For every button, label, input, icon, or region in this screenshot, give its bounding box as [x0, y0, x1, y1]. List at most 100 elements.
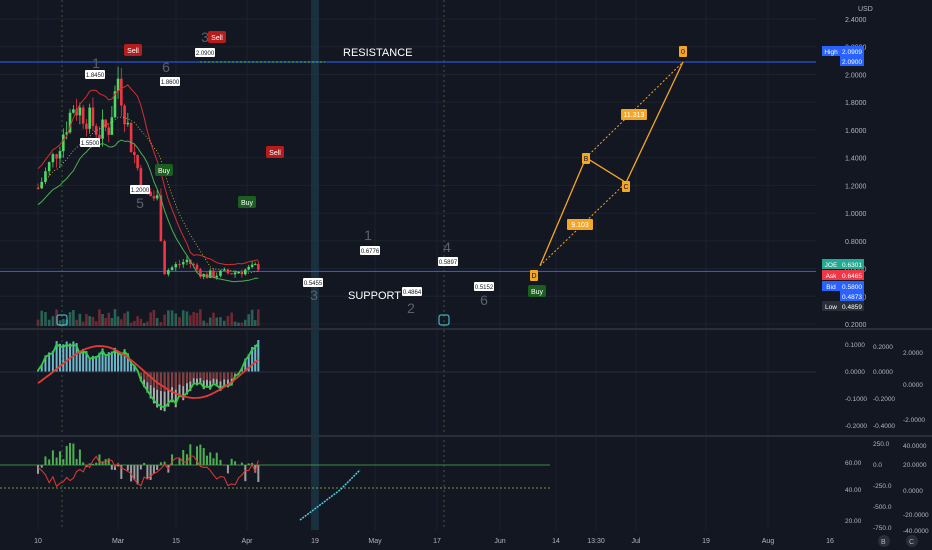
volume-osc-bar — [219, 459, 222, 465]
time-axis-bg — [0, 530, 932, 550]
osc1-axis-label: -0.1000 — [845, 396, 867, 403]
volume-osc-bar — [189, 444, 192, 465]
volume-osc-bar — [98, 454, 101, 465]
candle-body — [181, 262, 185, 265]
candle-body — [247, 266, 251, 270]
volume-bar — [202, 320, 206, 326]
volume-bar — [247, 314, 251, 326]
volume-bar — [139, 318, 143, 326]
elliott-wave-label: 3 — [201, 29, 209, 45]
volume-bar — [189, 315, 192, 326]
volume-osc-bar — [48, 459, 51, 465]
macd-histogram-bar — [185, 372, 188, 384]
candle-body — [129, 122, 133, 153]
osc1-axis-label: -0.4000 — [873, 423, 895, 430]
volume-osc-bar — [139, 465, 142, 470]
volume-bar — [136, 316, 139, 326]
candle-body — [185, 259, 189, 263]
osc1-axis-label: 0.0000 — [873, 369, 893, 376]
candle-body — [85, 123, 88, 129]
volume-osc-bar — [126, 465, 129, 471]
volume-osc-bar — [209, 452, 212, 465]
candle-body — [51, 154, 55, 163]
price-tag-label: JOE — [825, 262, 838, 269]
macd-histogram-bar — [230, 372, 233, 379]
time-axis-label: Apr — [242, 538, 254, 545]
volume-bar — [123, 313, 126, 326]
projection-point-label: C — [623, 184, 628, 191]
osc2-axis-label: 250.0 — [873, 441, 890, 448]
time-axis-label: 17 — [433, 538, 441, 545]
volume-bar — [152, 309, 156, 326]
osc2-axis-label: 20.00 — [845, 518, 862, 525]
volume-bar — [226, 315, 230, 326]
candle-body — [104, 119, 107, 128]
time-axis-label: Aug — [762, 538, 775, 545]
volume-bar — [159, 322, 163, 326]
projection-leg — [625, 61, 684, 183]
projection-point-label: D — [531, 273, 536, 280]
volume-bar — [178, 317, 181, 326]
price-tag-value: 0.4873 — [842, 294, 862, 301]
volume-bar — [126, 311, 130, 326]
osc1-axis-label: 0.2000 — [873, 344, 893, 351]
price-tag-value: 0.5800 — [842, 284, 862, 291]
volume-osc-bar — [65, 445, 68, 465]
price-tag-label: High — [824, 49, 838, 56]
macd-histogram-bar — [174, 372, 177, 390]
price-tag-value: 0.6301 — [842, 262, 862, 269]
volume-bar — [146, 321, 149, 326]
macd-histogram-bar — [223, 372, 226, 380]
chart-canvas: 0 B C D 11.313 9.103 Sell Sell Sell Buy Buy Buy 1.8… — [0, 0, 932, 550]
volume-bar — [192, 312, 195, 326]
candle-body — [152, 196, 156, 199]
osc1-axis-label: -0.2000 — [845, 423, 867, 430]
macd-histogram-bar — [205, 372, 208, 380]
axis-badge-label: C — [909, 539, 914, 546]
volume-bar — [215, 317, 219, 326]
volume-bar — [185, 311, 189, 326]
candle-body — [62, 134, 65, 152]
signal-label: Sell — [269, 150, 281, 157]
volume-bar — [81, 321, 85, 326]
price-label: 1.5500 — [81, 141, 100, 147]
annotations: Sell Sell Sell Buy Buy Buy 1.8450 1.5500 1.8600 1… — [56, 29, 546, 326]
price-axis-label: 1.8000 — [845, 100, 867, 107]
volume-osc-bar — [110, 465, 113, 470]
trailing-stop-line — [37, 84, 259, 266]
signal-label: Buy — [158, 168, 171, 175]
candle-body — [163, 241, 166, 275]
volume-bar — [85, 313, 88, 326]
volume-osc-bar — [40, 465, 43, 468]
time-axis-label: 15 — [172, 538, 180, 545]
osc2-axis-label: 0.0000 — [903, 488, 923, 495]
price-axis-label: 0.2000 — [845, 322, 867, 329]
elliott-wave-label: 6 — [162, 59, 170, 75]
trailing-stop-line — [37, 139, 259, 283]
projection-ratio-label: 9.103 — [571, 222, 589, 229]
osc2-axis-label: -250.0 — [873, 483, 892, 490]
candle-body — [78, 107, 82, 116]
macd-histogram-bar — [226, 372, 229, 380]
volume-bar — [155, 317, 159, 326]
candlesticks — [36, 66, 260, 280]
price-axis-label: 1.0000 — [845, 211, 867, 218]
osc1-axis-label: 0.1000 — [845, 342, 865, 349]
candle-body — [133, 152, 136, 156]
macd-histogram-bar — [192, 372, 195, 379]
highlight-band — [311, 0, 319, 530]
price-axis-label: 1.4000 — [845, 156, 867, 163]
candle-body — [170, 267, 174, 271]
candle-body — [44, 171, 47, 182]
volume-osc-bar — [62, 459, 65, 465]
candle-body — [215, 275, 219, 278]
volume-osc-bar — [202, 448, 205, 465]
volume-osc-bar — [257, 465, 260, 483]
volume-bar — [257, 309, 260, 326]
candle-body — [233, 272, 237, 275]
candle-body — [253, 264, 257, 266]
candle-body — [174, 264, 178, 268]
volume-bar — [149, 312, 152, 326]
volume-osc-bar — [230, 458, 233, 465]
candle-body — [212, 270, 215, 278]
